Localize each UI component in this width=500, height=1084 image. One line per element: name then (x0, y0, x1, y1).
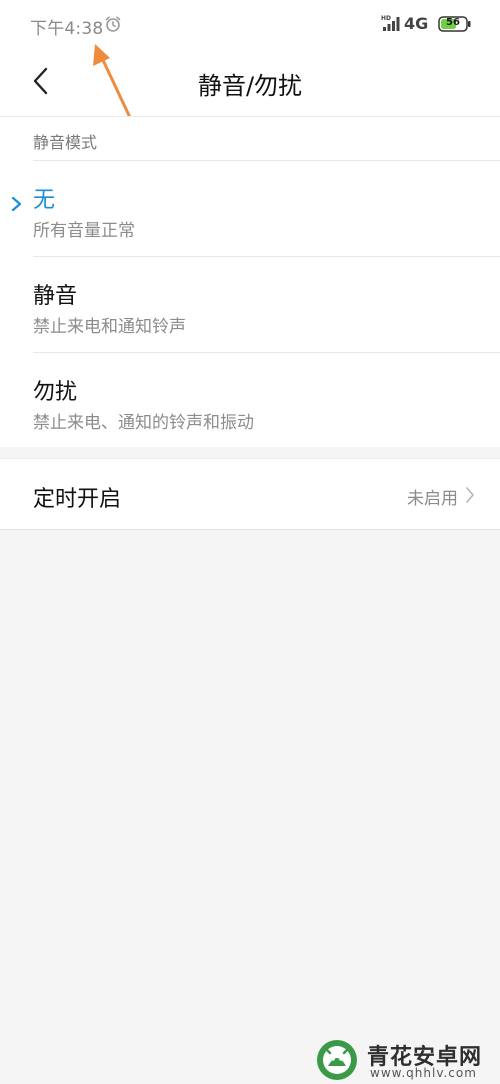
mode-title: 无 (33, 188, 56, 213)
signal-strength-icon: HD (381, 15, 400, 31)
watermark: 青花安卓网 www.qhhlv.com (312, 1038, 497, 1082)
mode-title: 勿扰 (33, 380, 78, 405)
svg-text:HD: HD (381, 15, 391, 22)
mode-subtitle: 禁止来电、通知的铃声和振动 (33, 413, 254, 433)
silent-mode-section: 静音模式 无 所有音量正常 静音 禁止来电和通知铃声 勿扰 禁止来电、通知的铃声… (0, 116, 500, 447)
mode-item-none[interactable]: 无 所有音量正常 (0, 160, 500, 255)
selected-chevron-icon (11, 196, 22, 212)
chevron-right-icon (466, 487, 474, 503)
status-time: 下午4:38 (30, 19, 104, 39)
header: 静音/勿扰 (0, 48, 500, 116)
watermark-logo-icon (317, 1040, 357, 1080)
scheduled-on-label: 定时开启 (33, 487, 122, 512)
divider (33, 256, 500, 257)
battery-level: 56 (446, 17, 460, 28)
alarm-clock-icon (105, 16, 121, 32)
network-type: 4G (404, 14, 429, 33)
status-bar: 下午4:38 HD 4G 56 (0, 0, 500, 48)
page-title: 静音/勿扰 (197, 72, 303, 100)
watermark-url: www.qhhlv.com (370, 1066, 477, 1080)
mode-item-dnd[interactable]: 勿扰 禁止来电、通知的铃声和振动 (0, 352, 500, 447)
divider (33, 352, 500, 353)
screen: 下午4:38 HD 4G 56 静音/勿扰 静音模式 无 所有音量正常 静音 禁… (0, 0, 500, 1084)
scheduled-on-row[interactable]: 定时开启 未启用 (0, 458, 500, 530)
scheduled-on-status: 未启用 (407, 489, 458, 509)
section-header: 静音模式 (33, 133, 98, 152)
mode-item-silent[interactable]: 静音 禁止来电和通知铃声 (0, 256, 500, 351)
mode-subtitle: 禁止来电和通知铃声 (33, 317, 186, 337)
mode-title: 静音 (33, 284, 78, 309)
divider (33, 160, 500, 161)
mode-subtitle: 所有音量正常 (33, 221, 135, 241)
